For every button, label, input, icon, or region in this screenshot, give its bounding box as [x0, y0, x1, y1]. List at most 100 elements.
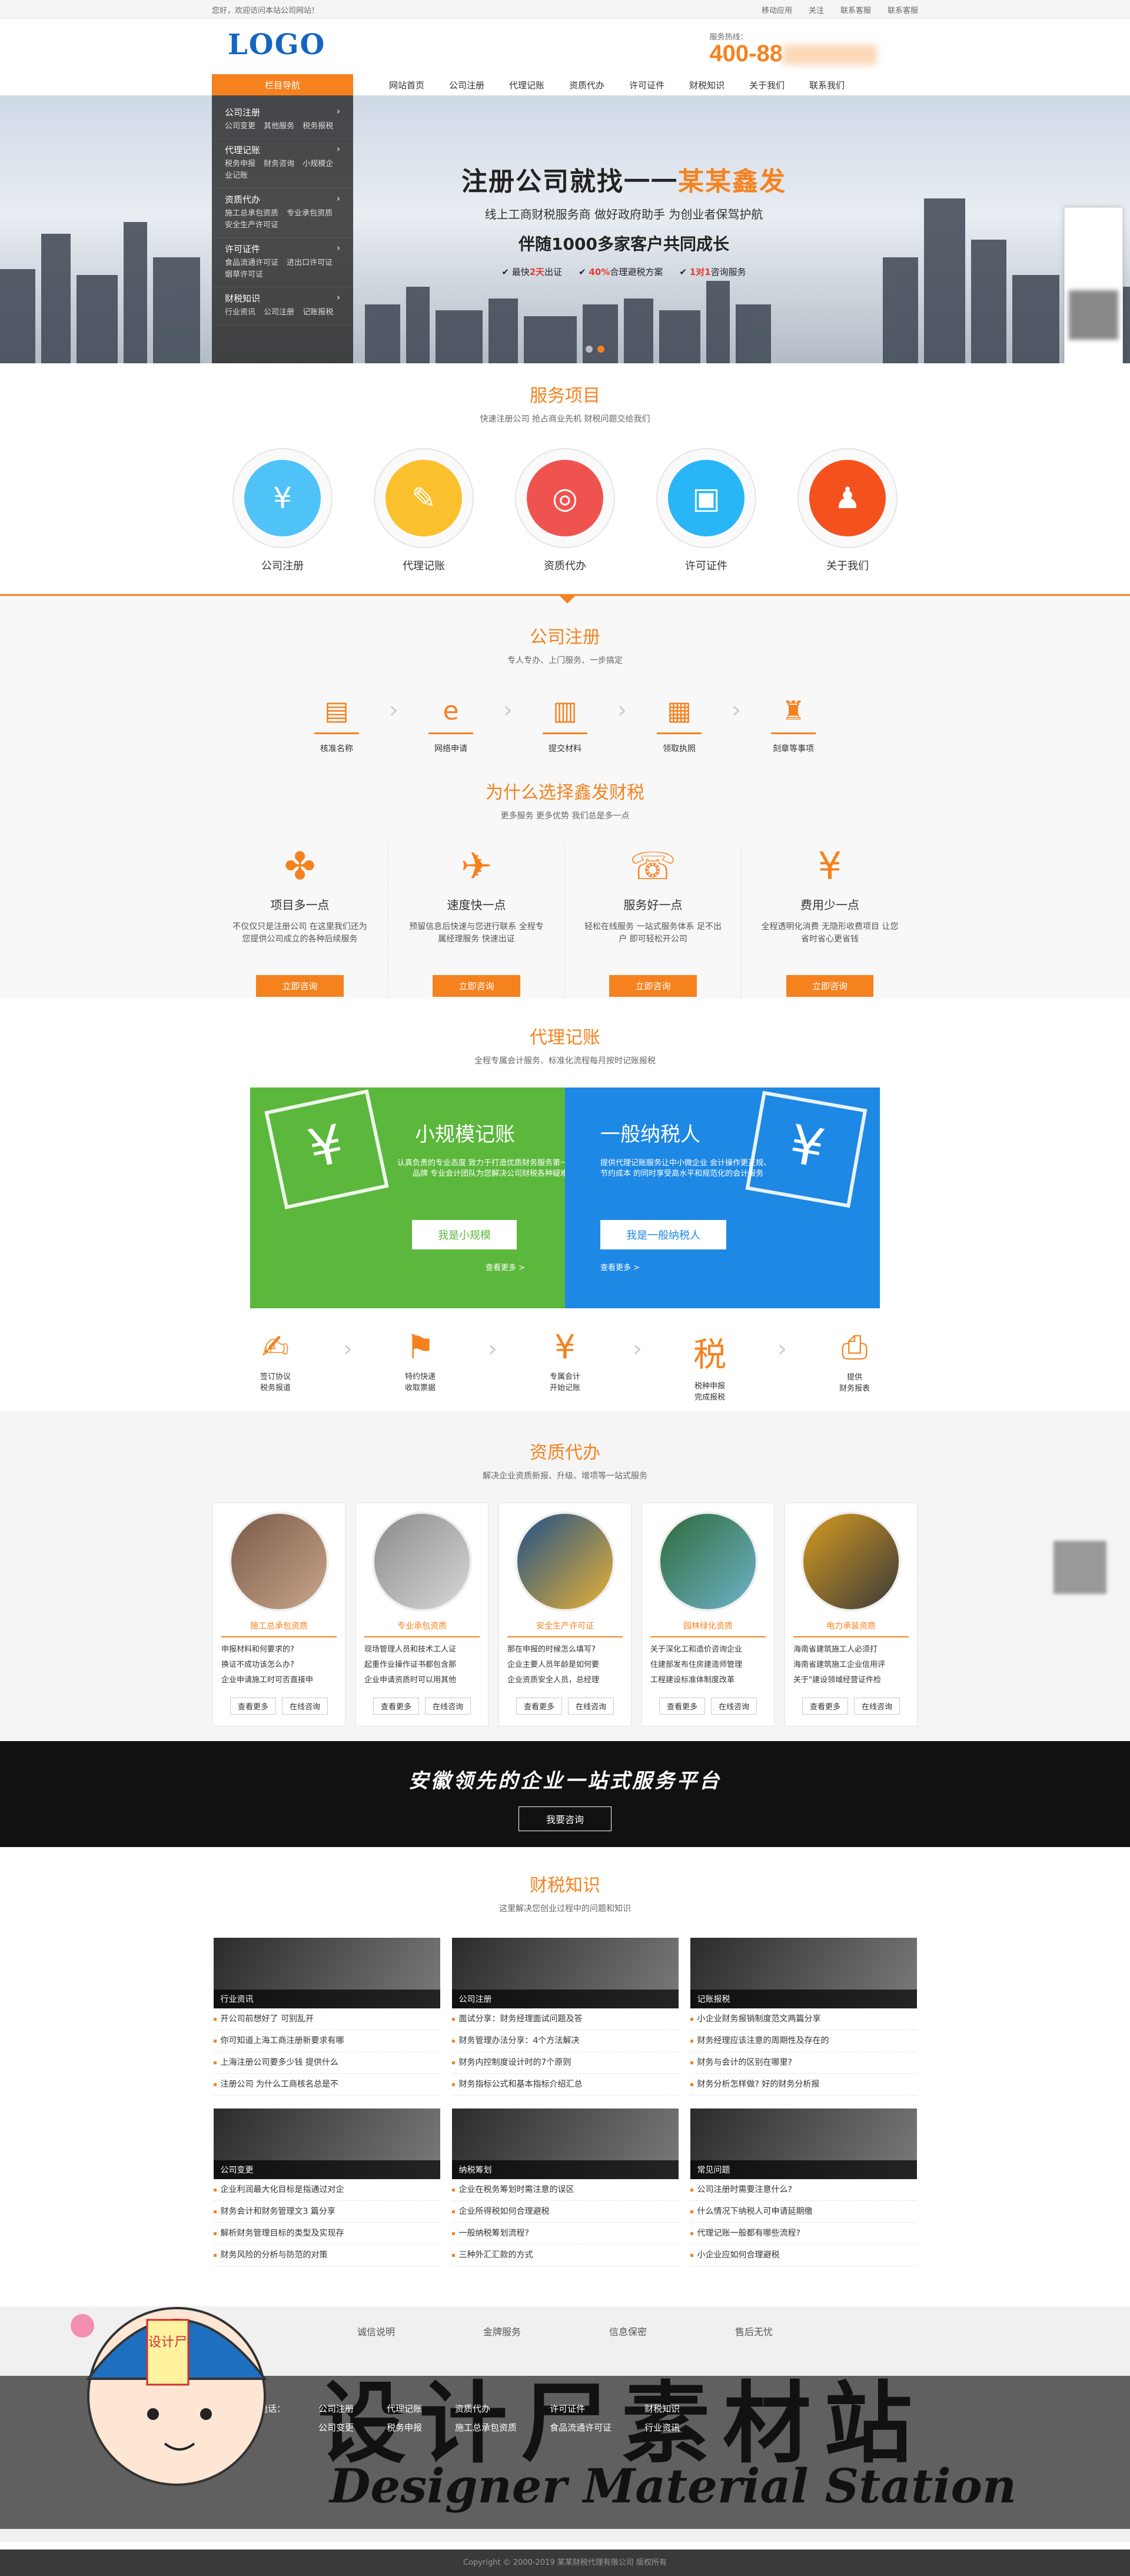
knowledge-category-label[interactable]: 公司变更 — [213, 2160, 440, 2179]
card-title[interactable]: 安全生产许可证 — [507, 1620, 623, 1637]
sidebar-group-qualification[interactable]: 资质代办 › 施工总承包资质 专业承包资质 安全生产许可证 — [212, 188, 353, 238]
service-item[interactable]: ♟ 关于我们 — [797, 448, 898, 573]
knowledge-category-label[interactable]: 纳税筹划 — [451, 2160, 679, 2179]
view-more-button[interactable]: 查看更多 — [659, 1698, 705, 1715]
knowledge-article-link[interactable]: 面试分享：财务经理面试问题及答 — [451, 2008, 679, 2030]
card-link[interactable]: 住建部发布住房建造师管理 — [650, 1657, 766, 1673]
carousel-dot[interactable] — [586, 346, 593, 353]
online-consult-button[interactable]: 在线咨询 — [425, 1698, 471, 1715]
knowledge-article-link[interactable]: 财务指标公式和基本指标介绍汇总 — [451, 2074, 679, 2096]
knowledge-article-link[interactable]: 什么情况下纳税人可申请延期缴 — [690, 2201, 917, 2223]
consult-now-button[interactable]: 立即咨询 — [609, 975, 697, 997]
card-link[interactable]: 起重作业操作证书都包含那 — [364, 1657, 480, 1673]
footer-menu-link[interactable]: 施工总承包资质 — [455, 2418, 517, 2437]
mobile-app-link[interactable]: 移动应用 — [762, 4, 792, 15]
footer-menu-link[interactable]: 税务申报 — [387, 2418, 422, 2437]
view-more-button[interactable]: 查看更多 — [373, 1698, 419, 1715]
knowledge-article-link[interactable]: 企业所得税如何合理避税 — [451, 2201, 679, 2223]
card-link[interactable]: 申报材料和何要求的? — [221, 1642, 337, 1657]
view-more-button[interactable]: 查看更多 — [516, 1698, 562, 1715]
nav-company-registration[interactable]: 公司注册 — [437, 79, 497, 91]
knowledge-category-label[interactable]: 行业资讯 — [213, 1990, 440, 2008]
nav-contact[interactable]: 联系我们 — [797, 79, 857, 91]
service-item[interactable]: ¥ 公司注册 — [232, 448, 333, 573]
card-title[interactable]: 电力承装资质 — [793, 1620, 909, 1637]
small-scale-button[interactable]: 我是小规模 — [412, 1220, 517, 1249]
nav-qualification[interactable]: 资质代办 — [557, 79, 617, 91]
consult-button[interactable]: 我要咨询 — [518, 1806, 611, 1831]
online-consult-button[interactable]: 在线咨询 — [854, 1698, 900, 1715]
footer-menu-link[interactable]: 公司变更 — [318, 2418, 354, 2437]
card-link[interactable]: 现场管理人员和技术工人证 — [364, 1642, 480, 1657]
card-link[interactable]: 关于"建设领域经营证件检 — [793, 1673, 909, 1688]
card-link[interactable]: 企业申请资质时可以用其他 — [364, 1673, 480, 1688]
nav-about[interactable]: 关于我们 — [737, 79, 797, 91]
nav-tax-knowledge[interactable]: 财税知识 — [677, 79, 737, 91]
card-title[interactable]: 园林绿化资质 — [650, 1620, 766, 1637]
knowledge-article-link[interactable]: 三种外汇汇款的方式 — [451, 2245, 679, 2266]
service-item[interactable]: ◎ 资质代办 — [515, 448, 615, 573]
online-consult-button[interactable]: 在线咨询 — [711, 1698, 757, 1715]
knowledge-article-link[interactable]: 代理记账一般都有哪些流程? — [690, 2223, 917, 2245]
knowledge-article-link[interactable]: 你可知道上海工商注册新要求有哪 — [213, 2030, 440, 2052]
small-scale-more-link[interactable]: 查看更多 > — [486, 1261, 525, 1272]
knowledge-article-link[interactable]: 财务经理应该注意的周期性及存在的 — [690, 2030, 917, 2052]
footer-menu-title[interactable]: 资质代办 — [455, 2399, 517, 2418]
sidebar-group-bookkeeping[interactable]: 代理记账 › 税务申报 财务咨询 小规模企业记账 — [212, 139, 353, 188]
knowledge-article-link[interactable]: 解析财务管理目标的类型及实现存 — [213, 2223, 440, 2245]
view-more-button[interactable]: 查看更多 — [802, 1698, 848, 1715]
knowledge-article-link[interactable]: 企业在税务筹划时需注意的误区 — [451, 2179, 679, 2201]
online-consult-button[interactable]: 在线咨询 — [282, 1698, 328, 1715]
consult-now-button[interactable]: 立即咨询 — [256, 975, 344, 997]
view-more-button[interactable]: 查看更多 — [230, 1698, 276, 1715]
card-link[interactable]: 关于深化工和造价咨询企业 — [650, 1642, 766, 1657]
sidebar-group-license[interactable]: 许可证件 › 食品流通许可证 进出口许可证 烟草许可证 — [212, 238, 353, 287]
card-link[interactable]: 企业申请施工时可否直接申 — [221, 1673, 337, 1688]
knowledge-category-label[interactable]: 记账报税 — [690, 1990, 917, 2008]
knowledge-article-link[interactable]: 财务内控制度设计时的7个原则 — [451, 2052, 679, 2074]
sidebar-group-knowledge[interactable]: 财税知识 › 行业资讯 公司注册 记账报税 — [212, 287, 353, 325]
knowledge-article-link[interactable]: 财务分析怎样做? 好的财务分析报 — [690, 2074, 917, 2096]
consult-now-button[interactable]: 立即咨询 — [786, 975, 873, 997]
card-link[interactable]: 换证不成功该怎么办? — [221, 1657, 337, 1673]
knowledge-article-link[interactable]: 上海注册公司要多少钱 提供什么 — [213, 2052, 440, 2074]
knowledge-article-link[interactable]: 财务会计和财务管理文3 篇分享 — [213, 2201, 440, 2223]
knowledge-article-link[interactable]: 注册公司 为什么工商核名总是不 — [213, 2074, 440, 2096]
knowledge-article-link[interactable]: 小企业财务报销制度范文两篇分享 — [690, 2008, 917, 2030]
contact-service-link[interactable]: 联系客服 — [888, 4, 918, 15]
footer-menu-title[interactable]: 财税知识 — [644, 2399, 680, 2418]
follow-link[interactable]: 关注 — [809, 4, 824, 15]
category-nav-button[interactable]: 栏目导航 — [212, 74, 353, 95]
general-taxpayer-button[interactable]: 我是一般纳税人 — [600, 1220, 726, 1249]
knowledge-article-link[interactable]: 小企业应如何合理避税 — [690, 2245, 917, 2266]
card-link[interactable]: 企业主要人员年龄是如何要 — [507, 1657, 623, 1673]
knowledge-category-label[interactable]: 常见问题 — [690, 2160, 917, 2179]
card-title[interactable]: 施工总承包资质 — [221, 1620, 337, 1637]
card-link[interactable]: 工程建设标准体制度改革 — [650, 1673, 766, 1688]
online-consult-button[interactable]: 在线咨询 — [568, 1698, 614, 1715]
knowledge-article-link[interactable]: 财务管理办法分享：4个方法解决 — [451, 2030, 679, 2052]
logo[interactable]: LOGO — [228, 28, 325, 61]
knowledge-article-link[interactable]: 一般纳税筹划流程? — [451, 2223, 679, 2245]
nav-licenses[interactable]: 许可证件 — [617, 79, 677, 91]
knowledge-article-link[interactable]: 公司注册时需要注意什么? — [690, 2179, 917, 2201]
consult-now-button[interactable]: 立即咨询 — [433, 975, 520, 997]
knowledge-article-link[interactable]: 财务与会计的区别在哪里? — [690, 2052, 917, 2074]
card-link[interactable]: 海南省建筑施工人必须打 — [793, 1642, 909, 1657]
service-item[interactable]: ✎ 代理记账 — [374, 448, 474, 573]
customer-service-link[interactable]: 联系客服 — [840, 4, 871, 15]
card-link[interactable]: 企业资质安全人员，总经理 — [507, 1673, 623, 1688]
sidebar-group-company[interactable]: 公司注册 › 公司变更 其他服务 税务报税 — [212, 101, 353, 139]
nav-bookkeeping[interactable]: 代理记账 — [497, 79, 557, 91]
card-link[interactable]: 海南省建筑施工企业信用评 — [793, 1657, 909, 1673]
footer-menu-link[interactable]: 食品流通许可证 — [550, 2418, 611, 2437]
service-item[interactable]: ▣ 许可证件 — [656, 448, 756, 573]
nav-home[interactable]: 网站首页 — [377, 79, 437, 91]
card-link[interactable]: 那在申报的时候怎么填写? — [507, 1642, 623, 1657]
knowledge-article-link[interactable]: 开公司前想好了 可别乱开 — [213, 2008, 440, 2030]
footer-menu-title[interactable]: 许可证件 — [550, 2399, 611, 2418]
footer-menu-title[interactable]: 代理记账 — [387, 2399, 422, 2418]
floating-qr-panel[interactable] — [1064, 207, 1123, 363]
general-taxpayer-more-link[interactable]: 查看更多 > — [600, 1261, 640, 1272]
knowledge-article-link[interactable]: 企业利润最大化目标是指通过对企 — [213, 2179, 440, 2201]
